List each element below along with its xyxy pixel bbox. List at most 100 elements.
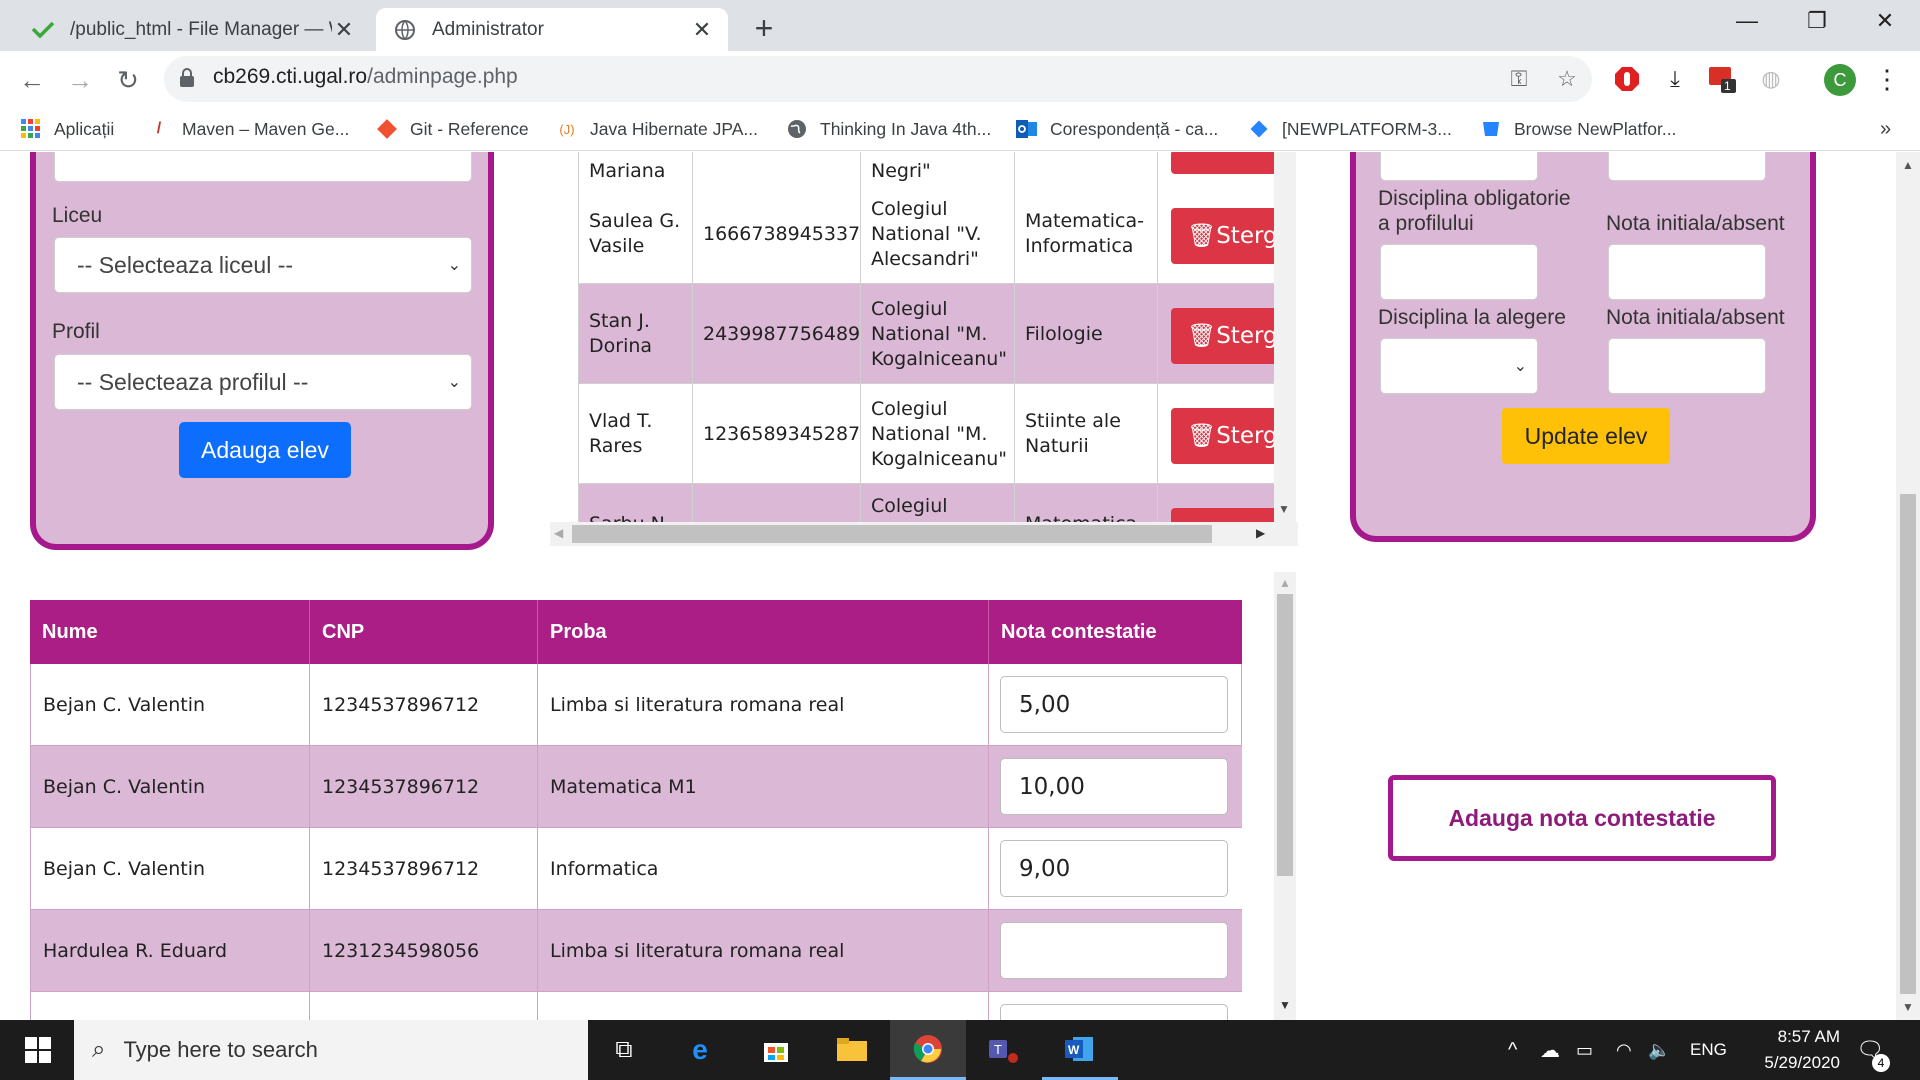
- search-icon: ⌕: [92, 1036, 106, 1063]
- scroll-down-arrow-icon[interactable]: ▼: [1279, 998, 1291, 1012]
- close-tab-icon[interactable]: ✕: [332, 17, 356, 43]
- new-tab-button[interactable]: +: [748, 12, 780, 44]
- back-icon[interactable]: ←: [12, 60, 52, 100]
- cell-nume: [30, 992, 309, 1020]
- word-icon[interactable]: W: [1042, 1020, 1118, 1080]
- scroll-left-arrow-icon[interactable]: ◀: [554, 526, 563, 540]
- onedrive-icon[interactable]: ☁: [1540, 1020, 1560, 1080]
- disc-alegere-input[interactable]: [1380, 244, 1538, 300]
- wifi-icon[interactable]: ◠: [1616, 1020, 1632, 1080]
- nota-contestatie-input[interactable]: [1000, 922, 1228, 979]
- scroll-up-arrow-icon[interactable]: ▲: [1279, 576, 1291, 590]
- bookmark-maven[interactable]: / Maven – Maven Ge...: [148, 114, 350, 144]
- add-nota-contestatie-button[interactable]: Adauga nota contestatie: [1388, 775, 1776, 861]
- bookmark-thinking-java[interactable]: Thinking In Java 4th...: [786, 114, 991, 144]
- close-window-icon[interactable]: ✕: [1850, 0, 1920, 42]
- page-vscrollbar[interactable]: ▲ ▼: [1896, 152, 1920, 1020]
- taskbar-search-box[interactable]: ⌕ Type here to search: [74, 1020, 588, 1080]
- vscroll-thumb[interactable]: [1277, 594, 1293, 876]
- delete-button[interactable]: [1171, 152, 1275, 174]
- header-nota: Nota contestatie: [988, 600, 1242, 664]
- close-tab-icon[interactable]: ✕: [690, 17, 714, 43]
- bookmark-jira[interactable]: [NEWPLATFORM-3...: [1248, 114, 1452, 144]
- extension-icon[interactable]: 1: [1704, 60, 1742, 98]
- nota-contestatie-input[interactable]: 9,00: [1000, 840, 1228, 897]
- volume-icon[interactable]: 🔈: [1648, 1020, 1670, 1080]
- download-icon[interactable]: ⤓: [1656, 60, 1694, 98]
- chrome-icon[interactable]: [890, 1020, 966, 1080]
- nota-alegere-input[interactable]: [1608, 338, 1766, 394]
- student-name: Vlad T. Rares: [578, 384, 692, 484]
- bookmark-label: Thinking In Java 4th...: [820, 118, 992, 139]
- teams-icon[interactable]: T: [966, 1020, 1042, 1080]
- windows-start-icon[interactable]: [0, 1020, 76, 1080]
- clock[interactable]: 8:57 AM 5/29/2020: [1744, 1020, 1840, 1080]
- cell-nume: Hardulea R. Eduard: [30, 910, 309, 992]
- scroll-up-arrow-icon[interactable]: ▲: [1902, 158, 1914, 172]
- add-student-button[interactable]: Adauga elev: [179, 422, 351, 478]
- language-indicator[interactable]: ENG: [1690, 1020, 1727, 1080]
- nota-initiala-1-input[interactable]: [1608, 152, 1766, 181]
- disc-obligatorie-label: Disciplina obligatorie a profilului: [1378, 187, 1571, 235]
- profil-select[interactable]: -- Selecteaza profilul -- ⌄: [54, 354, 472, 410]
- star-icon[interactable]: ☆: [1548, 60, 1586, 98]
- bookmark-outlook[interactable]: Corespondență - ca...: [1016, 114, 1218, 144]
- hscroll-thumb[interactable]: [572, 525, 1212, 543]
- profil-label: Profil: [52, 320, 100, 343]
- bookmark-apps[interactable]: Aplicații: [20, 114, 114, 144]
- nota-contestatie-input[interactable]: [1000, 1004, 1228, 1020]
- key-icon[interactable]: ⚿: [1500, 60, 1538, 98]
- students-hscrollbar[interactable]: ◀ ▶: [550, 522, 1298, 546]
- student-profil: Filologie: [1014, 284, 1157, 384]
- jira-icon: [1248, 118, 1270, 140]
- profile-avatar[interactable]: C: [1824, 64, 1856, 96]
- delete-button[interactable]: 🗑Sterge: [1171, 208, 1275, 264]
- minimize-icon[interactable]: —: [1712, 0, 1782, 42]
- edge-icon[interactable]: e: [662, 1020, 738, 1080]
- task-view-icon[interactable]: ⧉: [586, 1020, 662, 1080]
- tab-administrator[interactable]: Administrator ✕: [376, 8, 728, 51]
- file-explorer-icon[interactable]: [814, 1020, 890, 1080]
- cell-nume: Bejan C. Valentin: [30, 746, 309, 828]
- students-vscrollbar[interactable]: ▼: [1274, 152, 1296, 522]
- table-row: Saulea G. Vasile 1666738945337 Colegiul …: [578, 184, 1275, 284]
- store-icon[interactable]: [738, 1020, 814, 1080]
- bookmark-bitbucket[interactable]: Browse NewPlatfor...: [1480, 114, 1676, 144]
- bookmark-label: Aplicații: [54, 118, 115, 139]
- forward-icon[interactable]: →: [60, 60, 100, 100]
- globe-extension-icon[interactable]: ◍: [1752, 60, 1790, 98]
- cnp-input[interactable]: 1234567891234: [54, 152, 472, 182]
- more-bookmarks[interactable]: »: [1880, 114, 1891, 144]
- contestatii-vscrollbar[interactable]: ▲ ▼: [1274, 572, 1296, 1020]
- reload-icon[interactable]: ↻: [108, 60, 148, 100]
- bookmark-git[interactable]: Git - Reference: [376, 114, 529, 144]
- disc-obligatorie-input[interactable]: [1380, 152, 1538, 181]
- action-center-icon[interactable]: 🗨 4: [1856, 1020, 1890, 1080]
- nota-initiala-2-input[interactable]: [1608, 244, 1766, 300]
- show-hidden-icons-icon[interactable]: ^: [1508, 1020, 1517, 1080]
- table-row: Bejan C. Valentin 1234537896712 Limba si…: [30, 664, 1242, 746]
- update-student-button[interactable]: Update elev: [1502, 408, 1670, 464]
- clock-date: 5/29/2020: [1764, 1053, 1840, 1072]
- url-text[interactable]: cb269.cti.ugal.ro/adminpage.php: [213, 65, 518, 89]
- adblock-icon[interactable]: [1608, 60, 1646, 98]
- nota-contestatie-input[interactable]: 10,00: [1000, 758, 1228, 815]
- liceu-select[interactable]: -- Selecteaza liceul -- ⌄: [54, 237, 472, 293]
- bookmark-label: Corespondență - ca...: [1050, 118, 1219, 139]
- nota-contestatie-input[interactable]: 5,00: [1000, 676, 1228, 733]
- battery-icon[interactable]: ▭: [1576, 1020, 1593, 1080]
- bookmark-hibernate[interactable]: (J) Java Hibernate JPA...: [556, 114, 758, 144]
- header-nume: Nume: [42, 620, 98, 643]
- disc-alegere-select[interactable]: ⌄: [1380, 338, 1538, 394]
- scroll-down-arrow-icon[interactable]: ▼: [1278, 502, 1290, 516]
- delete-button[interactable]: 🗑Sterge: [1171, 408, 1275, 464]
- menu-dots-icon[interactable]: ⋮: [1868, 60, 1906, 98]
- tab-file-manager[interactable]: /public_html - File Manager — W ✕: [14, 8, 370, 51]
- restore-icon[interactable]: ❐: [1782, 0, 1852, 42]
- scroll-down-arrow-icon[interactable]: ▼: [1902, 1000, 1914, 1014]
- scroll-right-arrow-icon[interactable]: ▶: [1256, 526, 1265, 540]
- globe-icon: [786, 118, 808, 140]
- search-placeholder: Type here to search: [123, 1037, 318, 1062]
- page-vscroll-thumb[interactable]: [1900, 494, 1916, 994]
- delete-button[interactable]: 🗑Sterge: [1171, 308, 1275, 364]
